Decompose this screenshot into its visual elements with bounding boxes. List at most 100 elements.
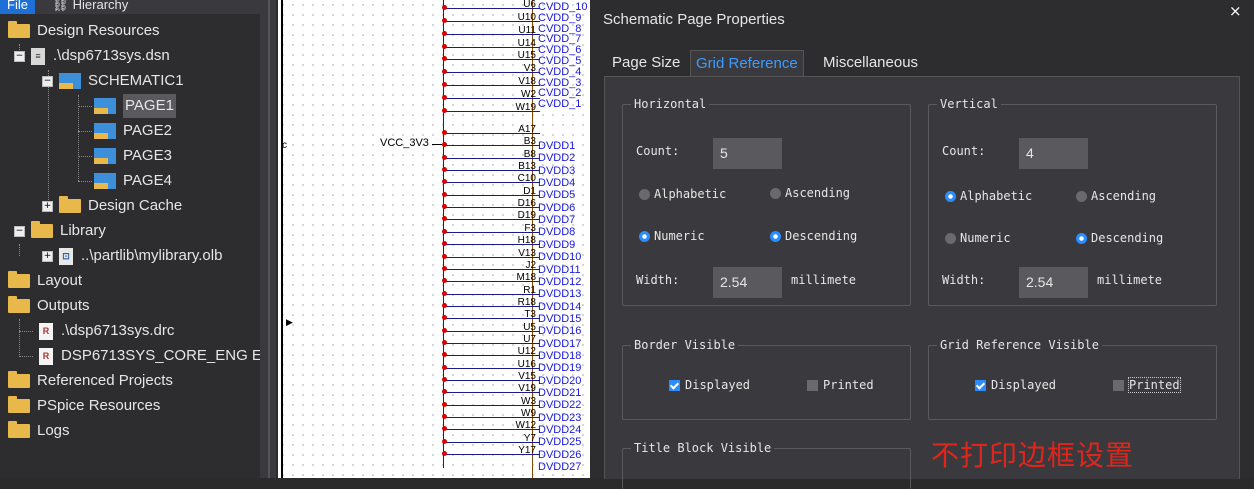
pin-number: V15	[518, 371, 536, 382]
grid-ref-visible-title: Grid Reference Visible	[937, 337, 1102, 353]
tab-grid-reference[interactable]: Grid Reference	[690, 50, 804, 78]
pin-number: C10	[517, 173, 536, 185]
vertical-group: Vertical Count: Alphabetic Ascending Num…	[928, 96, 1217, 306]
tree-item-mylibrary[interactable]: + ⊡ ..\partlib\mylibrary.olb	[42, 244, 222, 268]
v-count-input[interactable]	[1019, 138, 1088, 169]
design-file-icon: ≡	[31, 47, 45, 65]
collapse-icon[interactable]: −	[14, 50, 25, 62]
h-descending-radio[interactable]: Descending	[770, 229, 857, 243]
v-numeric-radio[interactable]: Numeric	[945, 231, 1011, 245]
tree-item-label: Layout	[37, 272, 83, 289]
h-ascending-radio[interactable]: Ascending	[770, 186, 850, 200]
close-icon[interactable]: ×	[1229, 2, 1242, 20]
splitter[interactable]	[268, 0, 270, 478]
tree-connector	[19, 331, 33, 332]
v-alphabetic-radio[interactable]: Alphabetic	[945, 189, 1032, 203]
pin-net-label: DVDD17	[538, 337, 582, 350]
gridref-printed-checkbox[interactable]: Printed	[1113, 377, 1181, 393]
pin-net-label: DVDD1	[538, 140, 576, 152]
tree-item-pspice-resources[interactable]: PSpice Resources	[8, 394, 160, 418]
h-ascending-label: Ascending	[785, 186, 851, 200]
h-numeric-radio[interactable]: Numeric	[639, 229, 705, 243]
tab-miscellaneous[interactable]: Miscellaneous	[818, 50, 923, 76]
pin-number: W3	[521, 395, 536, 407]
tab-page-size[interactable]: Page Size	[607, 50, 685, 76]
border-visible-title: Border Visible	[631, 337, 739, 353]
border-displayed-checkbox[interactable]: Displayed	[669, 378, 750, 392]
folder-icon	[59, 196, 81, 213]
h-numeric-label: Numeric	[654, 229, 705, 243]
tree-item-dsn[interactable]: − ≡ .\dsp6713sys.dsn	[14, 44, 170, 68]
tree-item-label: SCHEMATIC1	[88, 72, 184, 89]
h-width-label: Width:	[636, 273, 680, 287]
pin-number: M18	[516, 272, 536, 284]
tree-item-drc[interactable]: R .\dsp6713sys.drc	[39, 319, 174, 343]
tree-connector	[78, 156, 92, 157]
pin-number: V19	[518, 383, 536, 395]
schematic-label-c: c	[282, 140, 287, 151]
tree-item-page1[interactable]: PAGE1	[94, 94, 176, 118]
dialog-title: Schematic Page Properties	[603, 11, 785, 28]
v-width-input[interactable]	[1019, 267, 1088, 298]
radio-selected-icon	[639, 230, 650, 242]
tree-item-design-cache[interactable]: + Design Cache	[42, 194, 182, 218]
border-printed-checkbox[interactable]: Printed	[807, 378, 874, 392]
border-displayed-label: Displayed	[685, 378, 751, 392]
v-ascending-label: Ascending	[1091, 189, 1157, 203]
gridref-displayed-checkbox[interactable]: Displayed	[975, 378, 1056, 392]
v-descending-radio[interactable]: Descending	[1076, 231, 1163, 245]
h-width-input[interactable]	[713, 267, 782, 298]
tree-item-label: Design Resources	[37, 22, 160, 39]
tab-panel: Horizontal Count: Alphabetic Ascending N…	[604, 76, 1240, 489]
annotation-text: 不打印边框设置	[931, 439, 1135, 472]
tree-item-outputs[interactable]: Outputs	[8, 294, 90, 318]
tree-item-page2[interactable]: PAGE2	[94, 119, 172, 143]
pin-row: W19	[435, 102, 542, 117]
h-count-input[interactable]	[713, 138, 782, 169]
h-alphabetic-radio[interactable]: Alphabetic	[639, 187, 726, 201]
tree-item-layout[interactable]: Layout	[8, 269, 82, 293]
tree-item-schematic1[interactable]: − SCHEMATIC1	[42, 69, 184, 93]
expand-icon[interactable]: +	[42, 250, 53, 262]
tree-item-referenced-projects[interactable]: Referenced Projects	[8, 369, 173, 393]
expand-icon[interactable]: +	[42, 200, 53, 212]
tab-file[interactable]: File	[0, 0, 35, 14]
folder-icon	[8, 396, 30, 413]
h-count-label: Count:	[636, 144, 680, 158]
v-width-label: Width:	[942, 273, 986, 287]
junction-dot	[442, 167, 447, 173]
tab-hierarchy[interactable]: ⛓ Hierarchy	[44, 0, 136, 14]
junction-dot	[442, 426, 447, 432]
folder-icon	[8, 421, 30, 438]
v-count-label: Count:	[942, 144, 986, 158]
pin-net-label: DVDD19	[538, 362, 582, 375]
pin-net-label: DVDD21	[538, 387, 582, 399]
tree-item-page3[interactable]: PAGE3	[94, 144, 172, 168]
checkbox-icon	[1113, 379, 1124, 391]
tree-item-design-resources[interactable]: Design Resources	[8, 19, 160, 43]
pin-number: B13	[518, 161, 536, 173]
pin-number: W2	[521, 88, 536, 100]
library-icon: ⊡	[59, 247, 73, 265]
tree-item-label: DSP6713SYS_CORE_ENG E	[61, 347, 262, 364]
pin-number: D19	[517, 210, 536, 222]
junction-dot	[442, 30, 447, 36]
v-ascending-radio[interactable]: Ascending	[1076, 189, 1156, 203]
tree-item-library[interactable]: − Library	[14, 219, 106, 243]
collapse-icon[interactable]: −	[14, 225, 25, 237]
radio-selected-icon	[770, 230, 781, 242]
junction-dot	[442, 451, 447, 457]
pin-net-label: DVDD9	[538, 238, 576, 251]
tree-item-core-eng[interactable]: R DSP6713SYS_CORE_ENG E	[39, 344, 262, 368]
pin-row: Y17	[435, 446, 542, 460]
tree-connector	[78, 131, 92, 132]
junction-dot	[442, 69, 447, 75]
radio-icon	[1076, 190, 1087, 202]
tree-item-page4[interactable]: PAGE4	[94, 169, 172, 193]
tree-item-logs[interactable]: Logs	[8, 419, 70, 443]
pin-number: R1	[523, 284, 536, 296]
pin-net-label: DVDD26	[538, 448, 582, 461]
page-icon	[94, 148, 116, 164]
collapse-icon[interactable]: −	[42, 75, 53, 87]
gridref-displayed-label: Displayed	[991, 378, 1057, 392]
